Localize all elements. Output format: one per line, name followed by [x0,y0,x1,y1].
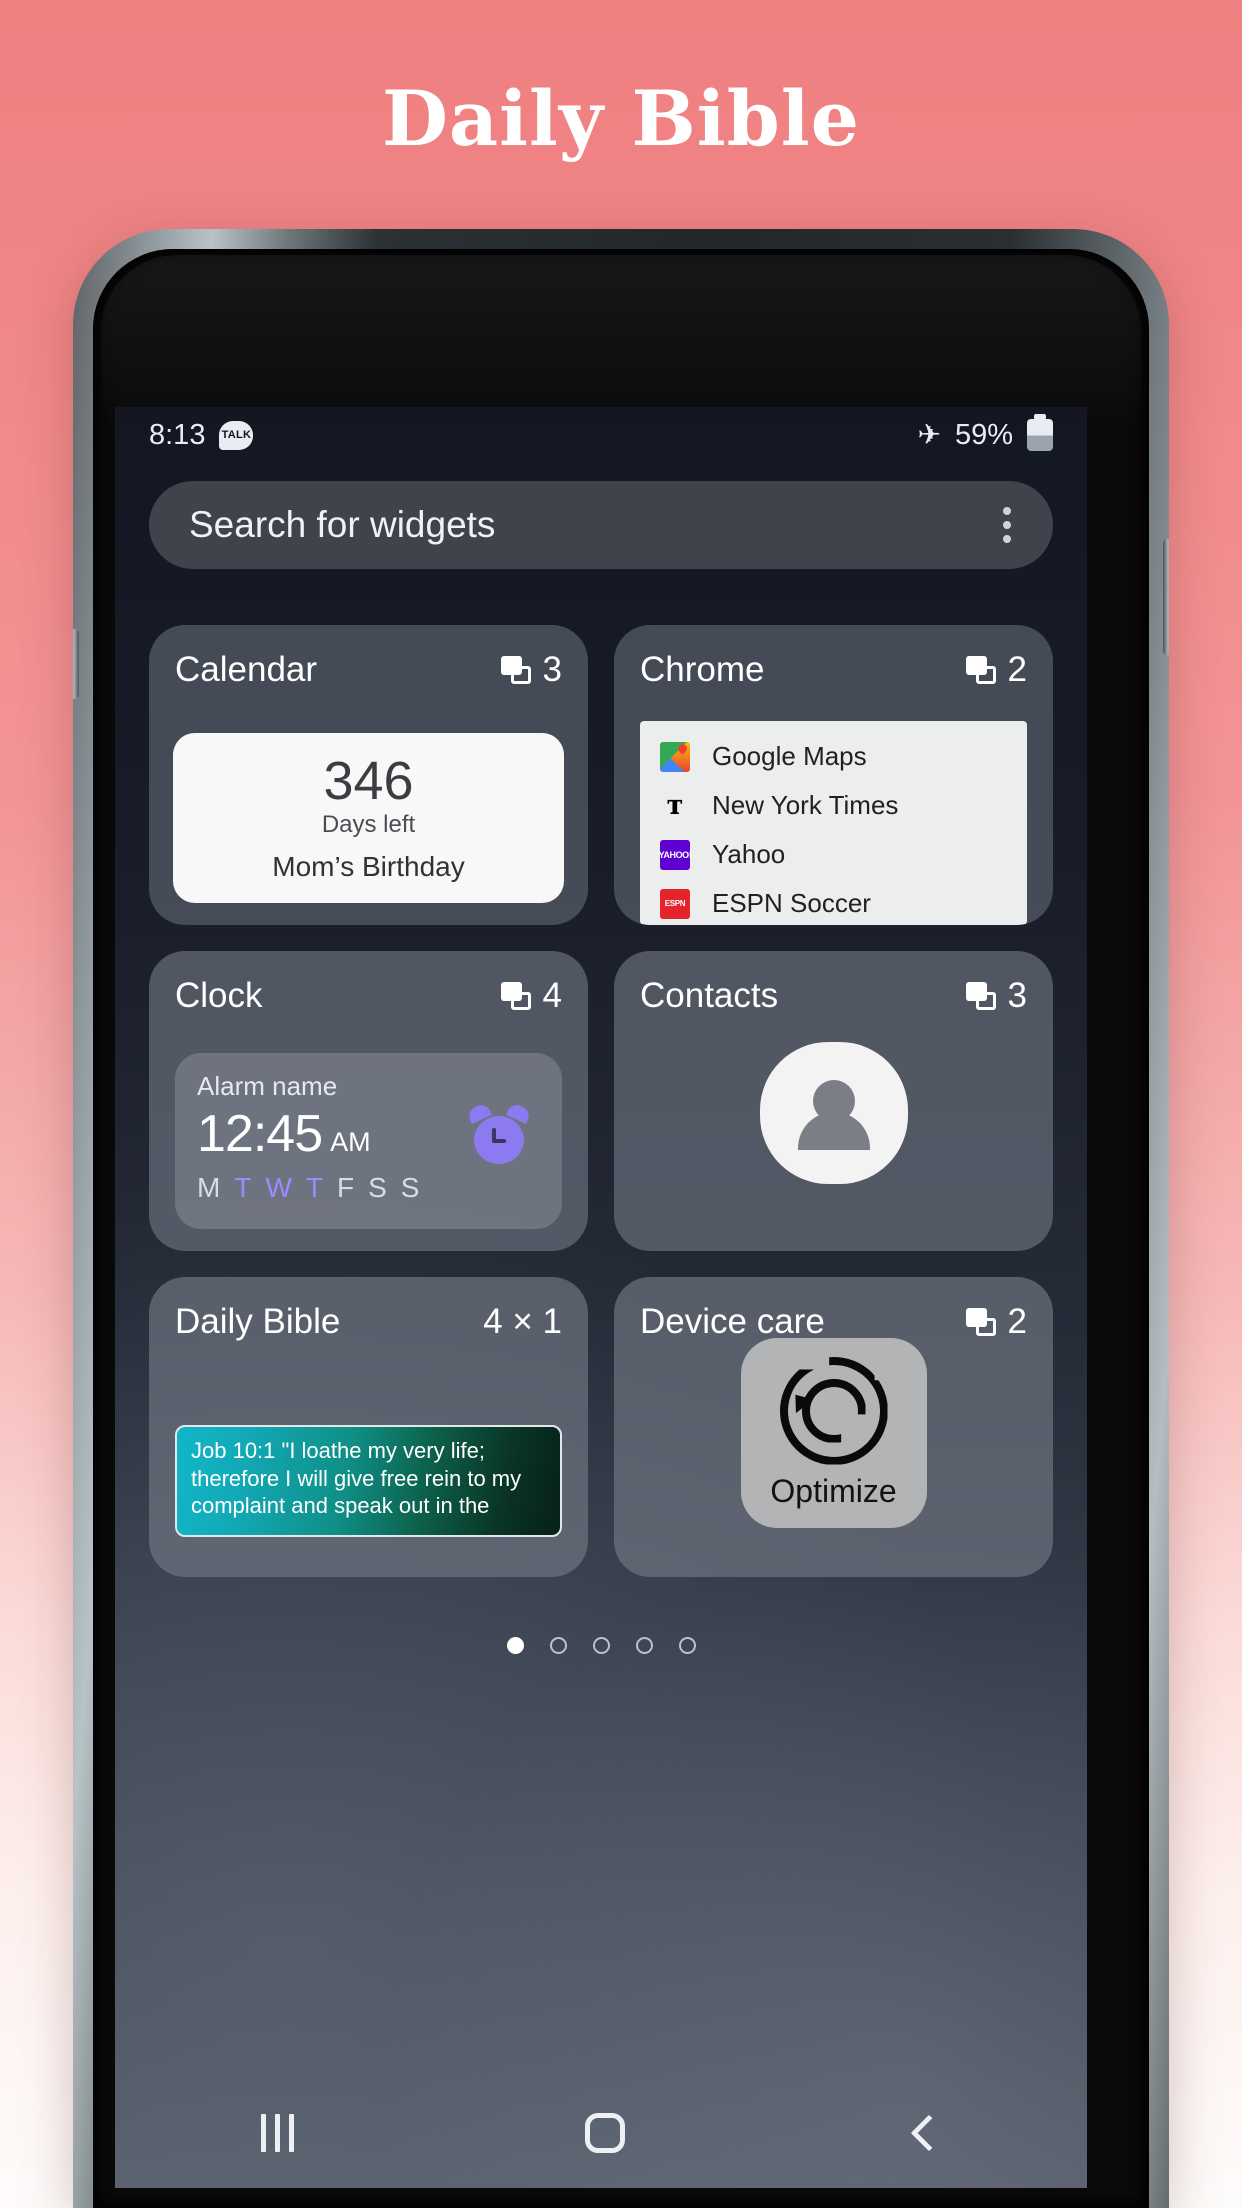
phone-screen: 8:13 TALK ✈ 59% Search for widgets Calen… [115,407,1087,2188]
widget-title: Device care [640,1302,825,1341]
volume-button[interactable] [1163,539,1169,655]
list-item[interactable]: ESPN ESPN Soccer [660,882,1021,925]
yahoo-icon: YAHOO! [659,839,692,870]
stack-icon [965,982,996,1010]
widget-count: 4 [500,976,562,1016]
widget-card-contacts[interactable]: Contacts 3 [614,951,1053,1251]
list-item[interactable]: Google Maps [660,735,1021,778]
google-maps-icon [660,741,690,772]
alarm-days-row: M T W T F S S [197,1172,540,1204]
widget-title: Chrome [640,650,765,689]
widget-size-label: 4 × 1 [483,1302,562,1341]
widget-header: Calendar 3 [175,649,562,691]
calendar-days-label: Days left [321,811,416,839]
widget-count: 2 [965,650,1027,690]
recents-icon[interactable] [260,2114,294,2152]
battery-percent-label: 59% [954,418,1013,451]
alarm-clock-icon [466,1102,532,1164]
calendar-days-number: 346 [323,750,414,811]
alarm-day: F [336,1172,355,1203]
link-label: Google Maps [712,741,867,771]
power-button[interactable] [73,629,79,699]
page-dot[interactable] [592,1637,610,1654]
home-icon[interactable] [584,2113,625,2153]
stack-icon [500,982,531,1010]
widget-count-label: 3 [1007,976,1027,1015]
calendar-widget-preview[interactable]: 346 Days left Mom’s Birthday [173,733,564,903]
widget-count: 3 [965,976,1027,1016]
chrome-widget-preview[interactable]: Google Maps ᴛ New York Times YAHOO! Yaho… [640,721,1027,925]
alarm-time: 12:45 [197,1105,323,1163]
widget-grid: Calendar 3 346 Days left Mom’s Birthday … [149,625,1053,1577]
status-clock: 8:13 [149,418,206,451]
widget-card-chrome[interactable]: Chrome 2 Google Maps ᴛ New York Times YA… [614,625,1053,925]
page-title: Daily Bible [382,74,860,163]
alarm-day: M [197,1172,221,1203]
back-icon[interactable] [910,2114,947,2152]
navigation-bar [115,2078,1087,2188]
widget-card-device-care[interactable]: Device care 2 Optimize [614,1277,1053,1577]
widget-count-label: 3 [542,650,562,689]
page-dot[interactable] [635,1637,653,1654]
status-bar: 8:13 TALK ✈ 59% [115,407,1087,463]
widget-title: Contacts [640,976,779,1015]
page-dot[interactable] [678,1637,696,1654]
widget-card-daily-bible[interactable]: Daily Bible 4 × 1 Job 10:1 "I loathe my … [149,1277,588,1577]
widget-header: Device care 2 [640,1301,1027,1343]
link-label: New York Times [712,790,899,820]
search-widgets-bar[interactable]: Search for widgets [149,481,1053,569]
stack-icon [965,1308,996,1336]
widget-count-label: 2 [1007,1302,1027,1341]
avatar [759,1042,908,1184]
more-options-icon[interactable] [997,501,1017,549]
optimize-refresh-icon [779,1356,888,1465]
widget-title: Calendar [175,650,318,689]
widget-header: Chrome 2 [640,649,1027,691]
alarm-time-row: 12:45 AM [197,1102,540,1164]
status-bar-right: ✈ 59% [917,414,1053,452]
widget-count-label: 2 [1007,650,1027,689]
widget-header: Clock 4 [175,975,562,1017]
espn-icon: ESPN [660,888,690,919]
link-label: ESPN Soccer [712,888,871,918]
alarm-time-group: 12:45 AM [197,1104,371,1164]
widget-count: 3 [500,650,562,690]
widget-card-clock[interactable]: Clock 4 Alarm name 12:45 AM M T W T F S … [149,951,588,1251]
alarm-day: W [265,1172,292,1203]
new-york-times-icon: ᴛ [660,790,690,821]
alarm-meridiem: AM [330,1127,371,1157]
alarm-day: S [368,1172,387,1203]
airplane-mode-icon: ✈ [917,419,941,450]
calendar-event-name: Mom’s Birthday [272,851,465,883]
daily-bible-widget-preview[interactable]: Job 10:1 "I loathe my very life; therefo… [175,1425,562,1537]
stack-icon [965,656,996,684]
widget-header: Daily Bible 4 × 1 [175,1301,562,1343]
status-bar-left: 8:13 TALK [149,418,254,452]
alarm-day: T [305,1172,323,1203]
widget-title: Daily Bible [175,1302,341,1341]
alarm-day: S [400,1172,420,1203]
alarm-name-label: Alarm name [197,1071,338,1101]
stack-icon [500,656,531,684]
widget-header: Contacts 3 [640,975,1027,1017]
widget-count: 2 [965,1302,1027,1342]
kakaotalk-icon: TALK [219,420,254,450]
page-dot[interactable] [549,1637,567,1654]
list-item[interactable]: YAHOO! Yahoo [659,833,1021,876]
link-label: Yahoo [712,839,786,869]
clock-widget-preview[interactable]: Alarm name 12:45 AM M T W T F S S [175,1053,562,1229]
search-input-placeholder[interactable]: Search for widgets [189,504,495,546]
widget-card-calendar[interactable]: Calendar 3 346 Days left Mom’s Birthday [149,625,588,925]
list-item[interactable]: ᴛ New York Times [660,784,1021,827]
optimize-label: Optimize [770,1472,897,1509]
alarm-day: T [234,1172,252,1203]
device-care-widget-preview[interactable]: Optimize [740,1338,927,1528]
page-indicator [115,1637,1087,1654]
phone-mockup: 8:13 TALK ✈ 59% Search for widgets Calen… [73,229,1169,2208]
page-dot[interactable] [506,1637,524,1654]
battery-icon [1027,414,1053,451]
bible-verse-text: Job 10:1 "I loathe my very life; therefo… [191,1438,522,1519]
widget-count-label: 4 [542,976,562,1015]
widget-title: Clock [175,976,263,1015]
